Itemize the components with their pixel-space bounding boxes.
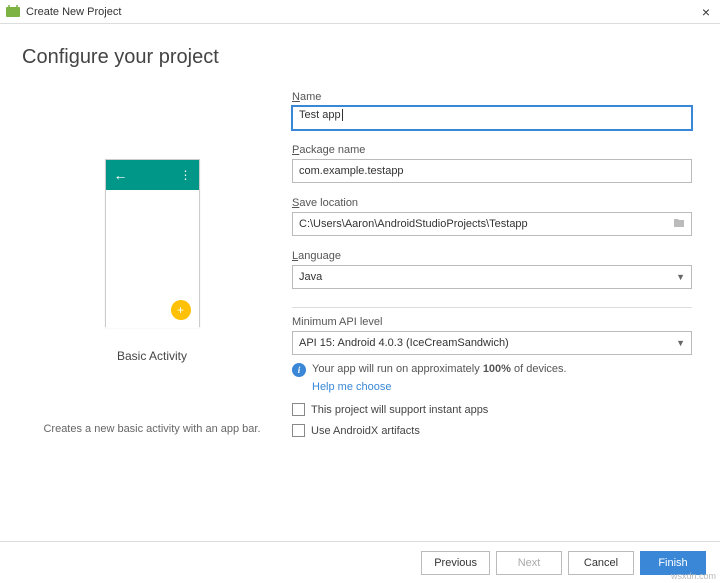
next-button: Next (496, 551, 562, 575)
info-icon: i (292, 363, 306, 377)
window-title: Create New Project (26, 6, 698, 18)
package-input[interactable] (292, 159, 692, 183)
divider (292, 307, 692, 308)
language-value: Java (299, 271, 322, 283)
previous-button[interactable]: Previous (421, 551, 490, 575)
preview-body: + (106, 190, 199, 328)
androidx-checkbox[interactable] (292, 424, 305, 437)
save-location-label: Save location (292, 197, 692, 209)
instant-apps-checkbox[interactable] (292, 403, 305, 416)
folder-icon[interactable] (672, 217, 686, 229)
api-value: API 15: Android 4.0.3 (IceCreamSandwich) (299, 337, 509, 349)
package-label: Package name (292, 144, 692, 156)
androidx-label: Use AndroidX artifacts (311, 425, 420, 437)
androidx-row[interactable]: Use AndroidX artifacts (292, 424, 692, 437)
page-heading: Configure your project (0, 24, 720, 69)
back-arrow-icon: ← (114, 167, 128, 183)
form-column: Name Test app Package name Save location… (282, 91, 692, 519)
language-select[interactable]: Java ▼ (292, 265, 692, 289)
preview-appbar: ← ⋮ (106, 160, 199, 190)
compatibility-text: Your app will run on approximately 100% … (312, 363, 567, 375)
compatibility-info: i Your app will run on approximately 100… (292, 363, 692, 377)
help-link[interactable]: Help me choose (312, 381, 392, 393)
api-level-select[interactable]: API 15: Android 4.0.3 (IceCreamSandwich)… (292, 331, 692, 355)
close-button[interactable]: × (698, 4, 714, 20)
save-location-input[interactable] (292, 212, 692, 236)
phone-preview: ← ⋮ + (105, 159, 200, 327)
template-description: Creates a new basic activity with an app… (43, 423, 260, 435)
api-label: Minimum API level (292, 316, 692, 328)
preview-column: ← ⋮ + Basic Activity Creates a new basic… (22, 91, 282, 519)
chevron-down-icon: ▼ (676, 338, 685, 348)
language-label: Language (292, 250, 692, 262)
instant-apps-row[interactable]: This project will support instant apps (292, 403, 692, 416)
chevron-down-icon: ▼ (676, 272, 685, 282)
name-input[interactable]: Test app (292, 106, 692, 130)
footer: Previous Next Cancel Finish (0, 541, 720, 583)
android-icon (6, 7, 20, 17)
content-area: ← ⋮ + Basic Activity Creates a new basic… (0, 69, 720, 519)
titlebar: Create New Project × (0, 0, 720, 24)
instant-apps-label: This project will support instant apps (311, 404, 488, 416)
fab-icon: + (171, 300, 191, 320)
template-name: Basic Activity (117, 349, 187, 363)
watermark: wsxdn.com (671, 571, 716, 581)
name-label: Name (292, 91, 692, 103)
cancel-button[interactable]: Cancel (568, 551, 634, 575)
more-icon: ⋮ (180, 168, 191, 182)
